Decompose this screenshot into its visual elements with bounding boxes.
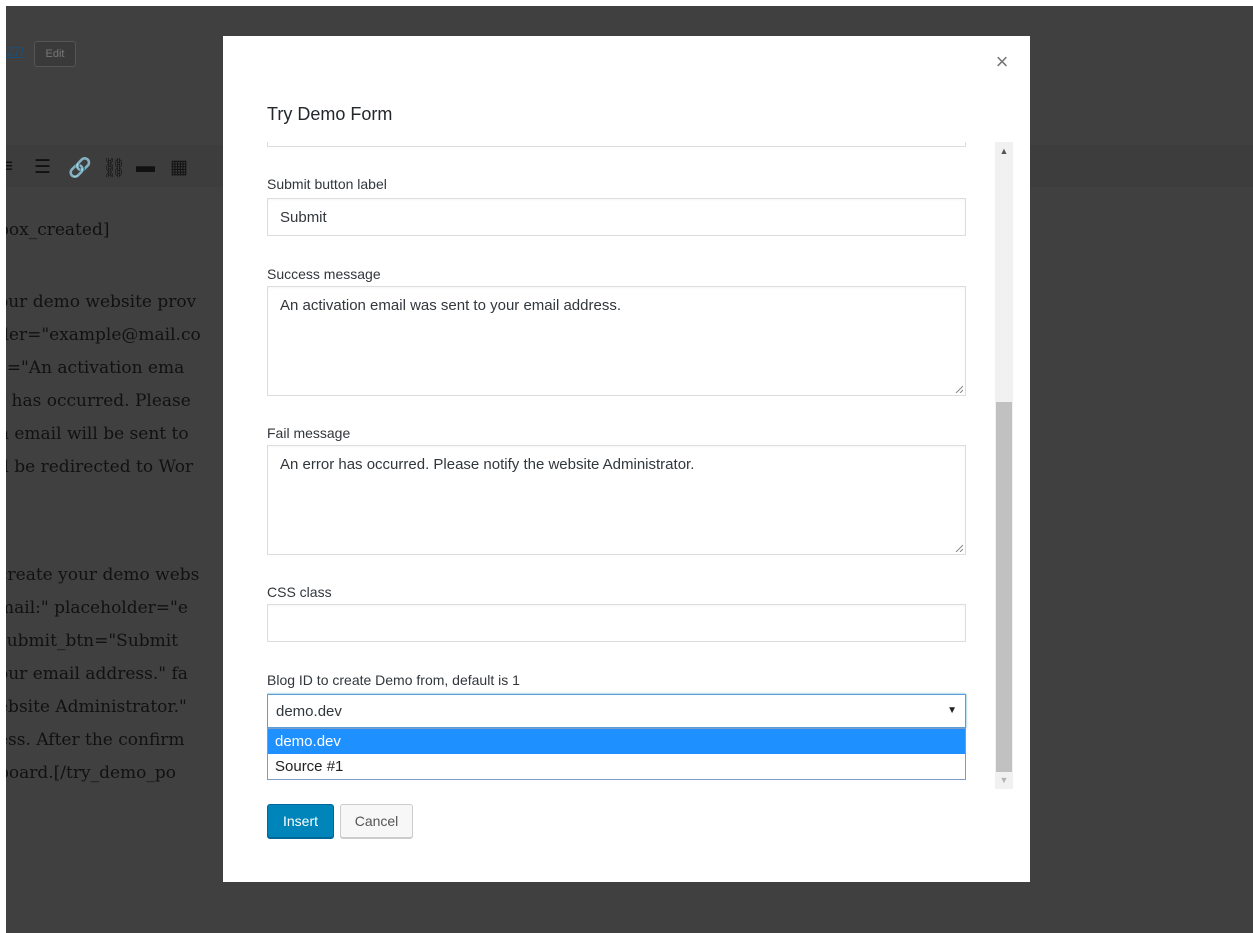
- kitchen-sink-icon: ▦: [170, 157, 188, 178]
- more-tag-icon: ▬: [136, 156, 155, 177]
- editor-line: der="example@mail.co: [6, 325, 201, 345]
- cancel-button[interactable]: Cancel: [340, 804, 413, 838]
- dropdown-option[interactable]: demo.dev: [268, 729, 965, 754]
- scroll-down-arrow-icon[interactable]: ▼: [995, 771, 1013, 789]
- try-demo-modal: × Try Demo Form Submit button label Subm…: [223, 36, 1030, 882]
- editor-line: box_created]: [6, 220, 110, 240]
- blog-id-caption: Blog ID to create Demo from, default is …: [267, 672, 520, 688]
- editor-line: our email address." fa: [6, 664, 188, 684]
- modal-title: Try Demo Form: [267, 104, 393, 124]
- insert-button[interactable]: Insert: [267, 804, 334, 838]
- scroll-up-arrow-icon[interactable]: ▲: [995, 142, 1013, 160]
- scrollbar-thumb[interactable]: [996, 402, 1012, 772]
- submit-label-value: Submit: [280, 208, 327, 226]
- align-right-icon: ≡: [6, 156, 14, 177]
- unlink-icon: ⛓: [102, 158, 127, 179]
- link-icon: 🔗: [68, 158, 92, 179]
- previous-field-edge: [267, 142, 966, 147]
- editor-line: submit_btn="Submit: [6, 631, 179, 651]
- editor-line: s="An activation ema: [6, 358, 185, 378]
- resize-grip-icon[interactable]: [955, 385, 963, 393]
- editor-line: create your demo webs: [6, 565, 200, 585]
- editor-line: r has occurred. Please: [6, 391, 191, 411]
- css-class-caption: CSS class: [267, 584, 332, 600]
- permalink-edit-button: Edit: [34, 41, 76, 67]
- editor-line: ll be redirected to Wor: [6, 457, 194, 477]
- close-icon[interactable]: ×: [990, 50, 1014, 74]
- submit-label-input[interactable]: Submit: [267, 198, 966, 236]
- form-scrollbar[interactable]: ▲ ▼: [995, 142, 1013, 789]
- dropdown-arrow-icon: ▼: [947, 705, 957, 716]
- blog-id-select[interactable]: demo.dev ▼: [267, 694, 966, 728]
- success-message-caption: Success message: [267, 266, 381, 282]
- permalink-slug: 27/: [6, 44, 25, 59]
- editor-line: ebsite Administrator.": [6, 697, 187, 717]
- css-class-input[interactable]: [267, 604, 966, 642]
- editor-line: ess. After the confirm: [6, 730, 185, 750]
- editor-line: our demo website prov: [6, 292, 197, 312]
- submit-label-caption: Submit button label: [267, 176, 387, 192]
- fail-message-caption: Fail message: [267, 425, 351, 441]
- fail-message-textarea[interactable]: An error has occurred. Please notify the…: [267, 445, 966, 555]
- fail-message-value: An error has occurred. Please notify the…: [280, 456, 695, 473]
- success-message-value: An activation email was sent to your ema…: [280, 297, 621, 314]
- list-icon: ☰: [34, 157, 52, 178]
- blog-id-dropdown-list: demo.dev Source #1: [267, 728, 966, 780]
- blog-id-selected-value: demo.dev: [276, 702, 342, 720]
- resize-grip-icon[interactable]: [955, 544, 963, 552]
- editor-line: n email will be sent to: [6, 424, 189, 444]
- dropdown-option[interactable]: Source #1: [268, 754, 965, 779]
- editor-line: board.[/try_demo_po: [6, 763, 177, 783]
- editor-line: mail:" placeholder="e: [6, 598, 188, 618]
- success-message-textarea[interactable]: An activation email was sent to your ema…: [267, 286, 966, 396]
- form-scroll-area: Submit button label Submit Success messa…: [267, 142, 1013, 789]
